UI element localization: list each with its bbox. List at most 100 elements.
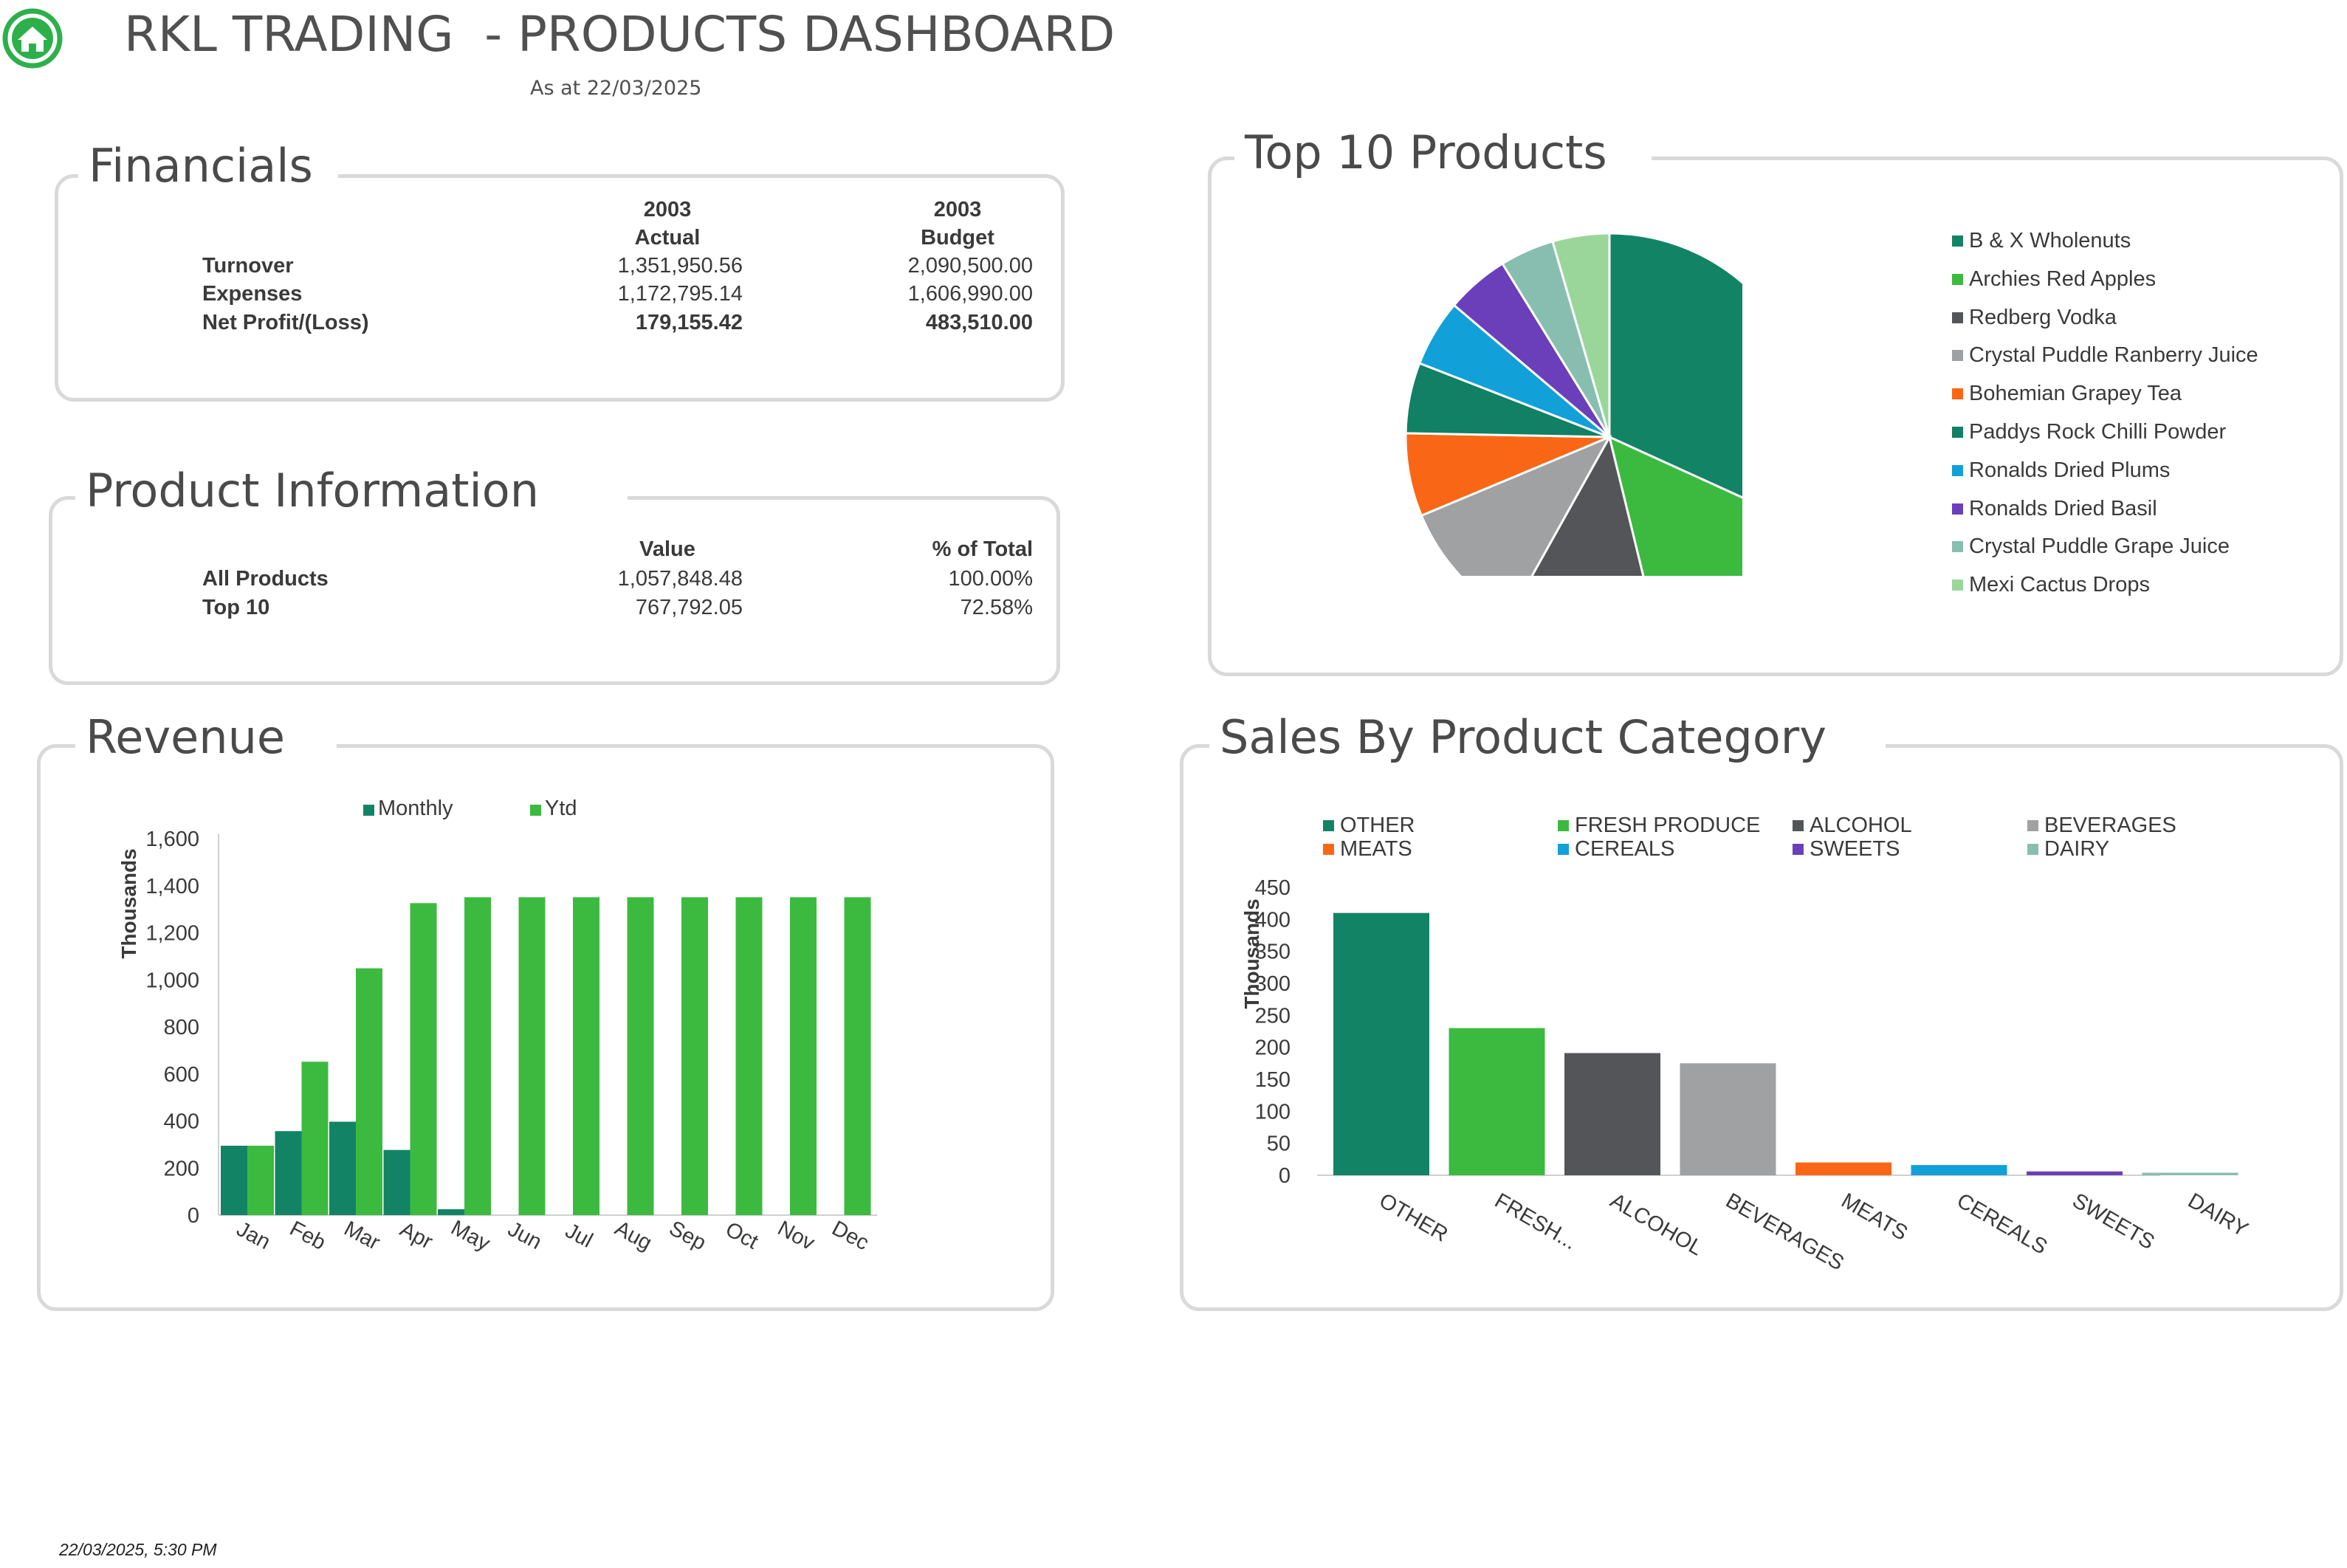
financials-row-budget: 483,510.00 <box>925 311 1033 334</box>
legend-label: BEVERAGES <box>2044 814 2176 837</box>
pie-legend-item: Paddys Rock Chilli Powder <box>1952 420 2226 444</box>
category-bar <box>1564 1053 1660 1175</box>
legend-swatch <box>1952 464 1963 476</box>
legend-swatch <box>363 805 374 816</box>
x-tick-label: MEATS <box>1838 1189 1912 1245</box>
financials-row-label: Net Profit/(Loss) <box>202 311 369 334</box>
y-tick-label: 1,200 <box>145 922 199 946</box>
revenue-bar-ytd <box>518 897 546 1215</box>
category-bar <box>1449 1028 1545 1175</box>
financials-row-label: Turnover <box>202 254 294 278</box>
x-tick-label: Mar <box>340 1217 384 1255</box>
legend-swatch <box>1952 427 1963 438</box>
revenue-bar-ytd <box>410 903 437 1215</box>
y-tick-label: 0 <box>188 1204 199 1228</box>
footer-timestamp: 22/03/2025, 5:30 PM <box>59 1540 217 1559</box>
financials-col1-year: 2003 <box>643 198 692 221</box>
x-tick-label: CEREALS <box>1953 1189 2051 1259</box>
revenue-bar-ytd <box>735 897 763 1215</box>
financials-row-budget: 2,090,500.00 <box>907 254 1033 278</box>
legend-swatch <box>1793 820 1804 831</box>
y-tick-label: 200 <box>1255 1036 1291 1060</box>
x-tick-label: Sep <box>665 1217 710 1255</box>
category-legend-item: DAIRY <box>2027 837 2109 862</box>
pie-legend-item: Crystal Puddle Grape Juice <box>1952 534 2230 559</box>
home-icon[interactable] <box>1 7 63 69</box>
legend-swatch <box>1323 844 1334 855</box>
y-tick-label: 800 <box>164 1016 199 1039</box>
y-tick-label: 450 <box>1255 876 1291 900</box>
revenue-bar-ytd <box>844 897 871 1215</box>
revenue-bar-monthly <box>221 1145 247 1215</box>
revenue-bar-ytd <box>627 897 654 1215</box>
x-tick-label: ALCOHOL <box>1607 1189 1707 1260</box>
legend-label: MEATS <box>1340 837 1412 861</box>
legend-swatch <box>1323 820 1334 831</box>
financials-row-label: Expenses <box>202 282 303 306</box>
y-axis-label: Thousands <box>1240 898 1263 1008</box>
top10-title: Top 10 Products <box>1234 125 1652 179</box>
pie-legend-item: Ronalds Dried Basil <box>1952 497 2157 521</box>
x-tick-label: Jan <box>233 1217 274 1254</box>
revenue-bar-monthly <box>383 1149 410 1215</box>
financials-row-budget: 1,606,990.00 <box>907 282 1033 306</box>
legend-swatch <box>1952 350 1963 362</box>
revenue-bar-ytd <box>681 897 708 1215</box>
y-tick-label: 0 <box>1279 1164 1291 1188</box>
category-legend-item: ALCOHOL <box>1793 814 1912 838</box>
legend-swatch <box>1558 820 1569 831</box>
revenue-bar-ytd <box>790 897 817 1215</box>
product-info-col1-label: Value <box>639 537 695 561</box>
pie-legend-item: Ronalds Dried Plums <box>1952 458 2170 483</box>
legend-swatch <box>2027 844 2038 855</box>
legend-label: Monthly <box>378 797 453 820</box>
legend-swatch <box>1558 844 1569 855</box>
legend-swatch <box>1952 541 1963 553</box>
legend-label: B & X Wholenuts <box>1969 229 2131 252</box>
legend-swatch <box>1952 312 1963 323</box>
pie-legend-item: B & X Wholenuts <box>1952 229 2131 253</box>
legend-label: Crystal Puddle Grape Juice <box>1969 534 2230 559</box>
category-legend-item: FRESH PRODUCE <box>1558 814 1760 838</box>
y-tick-label: 1,600 <box>145 828 199 851</box>
category-bar <box>1333 912 1429 1175</box>
financials-col2-year: 2003 <box>933 198 982 221</box>
product-info-row-pct: 100.00% <box>948 567 1034 591</box>
revenue-bar-ytd <box>464 897 491 1215</box>
legend-label: Ytd <box>545 797 577 820</box>
revenue-bar-ytd <box>247 1145 274 1215</box>
product-info-row-value: 767,792.05 <box>635 596 743 619</box>
x-tick-label: DAIRY <box>2184 1189 2252 1242</box>
legend-label: Bohemian Grapey Tea <box>1969 382 2182 406</box>
x-tick-label: BEVERAGES <box>1722 1189 1848 1275</box>
y-tick-label: 100 <box>1255 1100 1291 1124</box>
x-tick-label: Jun <box>504 1217 546 1254</box>
legend-swatch <box>530 805 541 816</box>
revenue-chart: Monthly Ytd 0 200 400 600 800 1,000 1,200 1,400 1,… <box>117 797 877 1256</box>
revenue-bar-monthly <box>438 1209 464 1215</box>
pie-legend-item: Mexi Cactus Drops <box>1952 573 2150 597</box>
pie-legend-item: Redberg Vodka <box>1952 306 2117 330</box>
x-tick-label: Feb <box>286 1217 329 1255</box>
product-info-row-pct: 72.58% <box>960 596 1033 619</box>
product-info-row-label: All Products <box>202 567 329 591</box>
financials-row-actual: 1,172,795.14 <box>617 282 743 306</box>
legend-swatch <box>2027 820 2038 831</box>
category-legend-item: BEVERAGES <box>2027 814 2176 838</box>
x-tick-label: OTHER <box>1375 1189 1452 1246</box>
legend-label: Ronalds Dried Plums <box>1969 458 2171 482</box>
revenue-bar-ytd <box>356 968 382 1215</box>
legend-label: Mexi Cactus Drops <box>1969 573 2150 597</box>
top10-pie-chart <box>1404 232 1742 576</box>
category-bar <box>2027 1171 2123 1175</box>
page-title: RKL TRADING - PRODUCTS DASHBOARD <box>124 6 1116 63</box>
category-legend-item: OTHER <box>1323 814 1415 838</box>
top10-panel <box>1208 157 2343 676</box>
legend-label: FRESH PRODUCE <box>1575 814 1761 837</box>
financials-col1-label: Actual <box>634 226 701 250</box>
legend-swatch <box>1793 844 1804 855</box>
category-bar <box>1911 1165 2007 1175</box>
legend-swatch <box>1952 235 1963 247</box>
product-info-row-label: Top 10 <box>202 596 270 619</box>
x-tick-label: Apr <box>396 1217 436 1254</box>
